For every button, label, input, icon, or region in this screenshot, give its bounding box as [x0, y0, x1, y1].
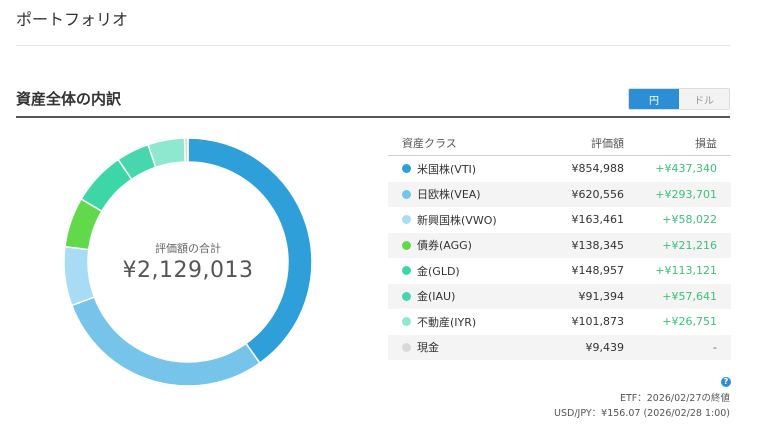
asset-gain: -: [713, 340, 717, 354]
header-gain: 損益: [695, 136, 717, 150]
fx-note: USD/JPY：¥156.07 (2026/02/28 1:00): [554, 408, 730, 419]
asset-name-cell: 不動産(IYR): [388, 314, 534, 330]
color-dot-icon: [402, 240, 411, 250]
header-name: 資産クラス: [402, 136, 457, 150]
asset-table: 資産クラス 評価額 損益 米国株(VTI) ¥854,988 +¥437,340 日欧…: [388, 130, 731, 360]
table-row: 金(IAU) ¥91,394 +¥57,641: [388, 283, 731, 309]
asset-name: 新興国株(VWO): [417, 213, 497, 227]
asset-name: 日欧株(VEA): [417, 188, 481, 202]
asset-name: 金(GLD): [417, 264, 460, 278]
currency-toggle: 円 ドル: [628, 88, 730, 110]
asset-name-cell: 現金: [388, 339, 534, 355]
total-value: ¥2,129,013: [122, 258, 254, 283]
asset-gain: +¥58,022: [662, 213, 717, 227]
asset-gain: +¥437,340: [655, 162, 717, 176]
asset-name: 米国株(VTI): [417, 162, 477, 176]
asset-value: ¥620,556: [571, 187, 625, 201]
asset-value: ¥101,873: [571, 315, 625, 329]
color-dot-icon: [402, 291, 411, 301]
help-icon[interactable]: ?: [721, 377, 731, 387]
asset-value: ¥163,461: [571, 213, 625, 227]
asset-value: ¥138,345: [571, 238, 625, 252]
asset-name-cell: 金(GLD): [388, 263, 534, 279]
color-dot-icon: [402, 164, 411, 174]
asset-name-cell: 米国株(VTI): [388, 161, 534, 177]
asset-gain: +¥21,216: [662, 238, 717, 252]
section-divider: [16, 116, 730, 118]
asset-name: 債券(AGG): [417, 239, 472, 253]
table-body: 米国株(VTI) ¥854,988 +¥437,340 日欧株(VEA) ¥620,55…: [388, 156, 731, 360]
table-row: 新興国株(VWO) ¥163,461 +¥58,022: [388, 207, 731, 233]
asset-name: 現金: [417, 341, 439, 355]
donut-slice[interactable]: [70, 296, 261, 387]
etf-note: ETF：2026/02/27の終値: [619, 393, 730, 404]
asset-name-cell: 新興国株(VWO): [388, 212, 534, 228]
table-row: 債券(AGG) ¥138,345 +¥21,216: [388, 232, 731, 258]
asset-name: 金(IAU): [417, 290, 456, 304]
color-dot-icon: [402, 342, 411, 352]
dollar-button[interactable]: ドル: [679, 89, 729, 109]
asset-gain: +¥57,641: [662, 289, 717, 303]
asset-name-cell: 日欧株(VEA): [388, 186, 534, 202]
asset-gain: +¥26,751: [662, 315, 717, 329]
asset-value: ¥9,439: [585, 340, 625, 354]
donut-slice[interactable]: [183, 137, 189, 163]
yen-button[interactable]: 円: [629, 89, 679, 109]
color-dot-icon: [402, 317, 411, 327]
table-row: 日欧株(VEA) ¥620,556 +¥293,701: [388, 181, 731, 207]
asset-value: ¥148,957: [571, 264, 625, 278]
total-label: 評価額の合計: [155, 242, 221, 255]
page-title: ポートフォリオ: [16, 10, 129, 29]
table-row: 米国株(VTI) ¥854,988 +¥437,340: [388, 156, 731, 182]
header-value: 評価額: [591, 136, 624, 150]
title-divider: [16, 45, 730, 46]
table-row: 金(GLD) ¥148,957 +¥113,121: [388, 258, 731, 284]
asset-name-cell: 債券(AGG): [388, 237, 534, 253]
asset-name: 不動産(IYR): [417, 315, 477, 329]
color-dot-icon: [402, 215, 411, 225]
table-row: 不動産(IYR) ¥101,873 +¥26,751: [388, 309, 731, 335]
asset-gain: +¥293,701: [655, 187, 717, 201]
asset-gain: +¥113,121: [655, 264, 717, 278]
color-dot-icon: [402, 189, 411, 199]
donut-slice[interactable]: [147, 137, 186, 169]
asset-name-cell: 金(IAU): [388, 288, 534, 304]
color-dot-icon: [402, 266, 411, 276]
table-header: 資産クラス 評価額 損益: [388, 130, 731, 156]
table-row: 現金 ¥9,439 -: [388, 334, 731, 360]
section-title: 資産全体の内訳: [16, 90, 122, 108]
asset-value: ¥854,988: [571, 162, 625, 176]
asset-value: ¥91,394: [578, 289, 625, 303]
